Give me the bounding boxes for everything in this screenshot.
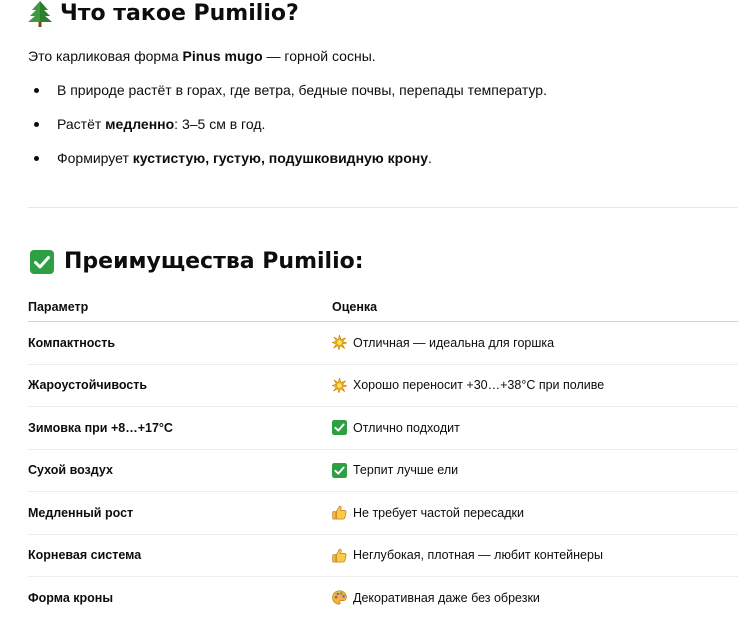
sparkle-star-icon	[332, 335, 347, 351]
check-mark-button-icon	[30, 250, 54, 274]
table-body: Компактность Отличная — идеальна для горш…	[28, 321, 738, 619]
table-header-row: Параметр Оценка	[28, 292, 738, 322]
rating-text: Декоративная даже без обрезки	[353, 590, 540, 605]
list-item: Формирует кустистую, густую, подушковидн…	[28, 148, 547, 182]
table-row: Сухой воздух Терпит лучше ели	[28, 449, 738, 492]
rating-content: Отличная — идеальна для горшка	[332, 335, 738, 351]
intro-bold-text: Pinus mugo	[182, 48, 263, 64]
rating-content: Хорошо переносит +30…+38°C при поливе	[332, 377, 738, 393]
facts-list: В природе растёт в горах, где ветра, бед…	[28, 80, 547, 182]
table-row: Компактность Отличная — идеальна для горш…	[28, 321, 738, 365]
column-header-parameter: Параметр	[28, 292, 332, 322]
rating-content: Неглубокая, плотная — любит контейнеры	[332, 548, 738, 563]
rating-text: Не требует частой пересадки	[353, 505, 524, 520]
parameter-cell: Жароустойчивость	[28, 364, 332, 407]
rating-cell: Не требует частой пересадки	[332, 491, 738, 535]
list-item: Растёт медленно: 3–5 см в год.	[28, 114, 547, 148]
parameter-cell: Сухой воздух	[28, 449, 332, 492]
list-item: В природе растёт в горах, где ветра, бед…	[28, 80, 547, 114]
intro-paragraph: Это карликовая форма Pinus mugo — горной…	[28, 46, 376, 66]
parameter-cell: Компактность	[28, 321, 332, 365]
rating-content: Отлично подходит	[332, 420, 738, 436]
section-heading-advantages: Преимущества Pumilio:	[28, 248, 364, 276]
table-row: Жароустойчивость Хорошо переносит +30…+38…	[28, 364, 738, 407]
rating-content: Декоративная даже без обрезки	[332, 590, 738, 605]
table-row: Зимовка при +8…+17°C Отлично подходит	[28, 406, 738, 450]
parameter-cell: Медленный рост	[28, 491, 332, 535]
rating-content: Не требует частой пересадки	[332, 505, 738, 520]
page-title: Что такое Pumilio?	[60, 1, 299, 26]
rating-text: Хорошо переносит +30…+38°C при поливе	[353, 378, 605, 393]
rating-text: Отличная — идеальна для горшка	[353, 335, 555, 350]
rating-text: Отлично подходит	[353, 420, 460, 435]
parameter-cell: Зимовка при +8…+17°C	[28, 406, 332, 450]
intro-text-suffix: — горной сосны.	[262, 48, 376, 64]
rating-cell: Декоративная даже без обрезки	[332, 577, 738, 619]
thumbs-up-icon	[332, 505, 347, 520]
check-mark-button-icon	[332, 462, 347, 478]
check-mark-button-icon	[332, 420, 347, 436]
thumbs-up-icon	[332, 548, 347, 563]
sparkle-star-icon	[332, 377, 347, 393]
rating-text: Неглубокая, плотная — любит контейнеры	[353, 548, 603, 563]
section-title: Преимущества Pumilio:	[64, 249, 364, 274]
evergreen-tree-icon	[28, 1, 52, 27]
rating-cell: Неглубокая, плотная — любит контейнеры	[332, 534, 738, 577]
parameter-cell: Форма кроны	[28, 590, 114, 605]
advantages-table: Параметр Оценка Компактность Отличная — и…	[28, 292, 738, 619]
parameter-cell: Корневая система	[28, 534, 332, 577]
table-row: Форма кроны Декоративная даже без обрезки	[28, 577, 738, 619]
rating-cell: Хорошо переносит +30…+38°C при поливе	[332, 364, 738, 407]
rating-text: Терпит лучше ели	[353, 463, 459, 478]
column-header-rating: Оценка	[332, 292, 738, 322]
artist-palette-icon	[332, 590, 347, 605]
table-row: Медленный рост Не требует частой пересадк…	[28, 491, 738, 535]
rating-content: Терпит лучше ели	[332, 462, 738, 478]
rating-cell: Терпит лучше ели	[332, 449, 738, 492]
rating-cell: Отлично подходит	[332, 406, 738, 450]
table-row: Корневая система Неглубокая, плотная — лю…	[28, 534, 738, 577]
intro-text: Это карликовая форма	[28, 48, 183, 64]
section-heading-what-is: Что такое Pumilio?	[28, 0, 299, 28]
rating-cell: Отличная — идеальна для горшка	[332, 321, 738, 365]
section-divider	[28, 207, 738, 208]
